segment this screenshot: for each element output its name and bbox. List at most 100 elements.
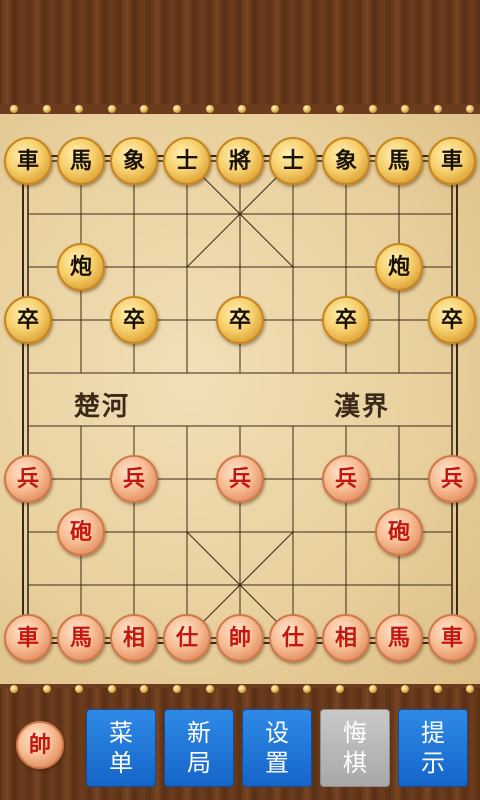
frame-stud <box>107 685 116 693</box>
black-piece[interactable]: 卒 <box>428 296 476 344</box>
black-piece[interactable]: 炮 <box>375 243 423 291</box>
frame-stud <box>173 105 181 113</box>
piece-label: 馬 <box>387 625 410 651</box>
frame-stud <box>303 685 312 693</box>
black-piece[interactable]: 將 <box>216 137 264 185</box>
piece-label: 兵 <box>228 466 251 492</box>
frame-stud <box>336 105 344 113</box>
piece-label: 車 <box>440 625 463 651</box>
frame-stud <box>75 105 84 113</box>
piece-label: 將 <box>228 148 251 174</box>
frame-stud <box>10 685 18 693</box>
turn-indicator-piece: 帥 <box>16 721 64 769</box>
black-piece[interactable]: 馬 <box>375 137 423 185</box>
chinese-chess-app: 楚河 漢界 車馬象士將士象馬車炮炮卒卒卒卒卒兵兵兵兵兵砲砲車馬相仕帥仕相馬車 帥… <box>0 0 480 800</box>
piece-label: 仕 <box>281 625 304 651</box>
new-game-button[interactable]: 新局 <box>164 709 234 787</box>
black-piece[interactable]: 士 <box>163 137 211 185</box>
red-piece[interactable]: 相 <box>322 614 370 662</box>
hint-button-label: 提示 <box>421 719 445 777</box>
piece-label: 士 <box>175 148 198 174</box>
red-piece[interactable]: 兵 <box>322 455 370 503</box>
red-piece[interactable]: 兵 <box>216 455 264 503</box>
black-piece[interactable]: 卒 <box>4 296 52 344</box>
frame-stud <box>140 685 149 693</box>
frame-stud <box>238 685 247 693</box>
frame-stud <box>205 105 214 113</box>
red-piece[interactable]: 相 <box>110 614 158 662</box>
frame-stud <box>238 105 247 113</box>
piece-label: 炮 <box>387 254 410 280</box>
piece-label: 兵 <box>122 466 145 492</box>
black-piece[interactable]: 象 <box>322 137 370 185</box>
frame-stud <box>270 105 279 113</box>
undo-button[interactable]: 悔棋 <box>320 709 390 787</box>
frame-stud <box>433 685 442 693</box>
red-piece[interactable]: 車 <box>428 614 476 662</box>
bottom-stud-row <box>0 684 480 694</box>
new-game-button-label: 新局 <box>187 719 211 777</box>
black-piece[interactable]: 卒 <box>110 296 158 344</box>
settings-button[interactable]: 设置 <box>242 709 312 787</box>
red-piece[interactable]: 兵 <box>4 455 52 503</box>
piece-label: 相 <box>122 625 145 651</box>
red-piece[interactable]: 帥 <box>216 614 264 662</box>
red-piece[interactable]: 兵 <box>110 455 158 503</box>
frame-stud <box>10 105 18 113</box>
piece-label: 馬 <box>69 148 92 174</box>
black-piece[interactable]: 士 <box>269 137 317 185</box>
frame-stud <box>401 105 410 113</box>
red-piece[interactable]: 仕 <box>163 614 211 662</box>
red-piece[interactable]: 馬 <box>57 614 105 662</box>
piece-label: 車 <box>16 625 39 651</box>
piece-label: 車 <box>16 148 39 174</box>
piece-label: 帥 <box>228 625 251 651</box>
black-piece[interactable]: 車 <box>428 137 476 185</box>
red-piece[interactable]: 仕 <box>269 614 317 662</box>
piece-label: 仕 <box>175 625 198 651</box>
river-left-label: 楚河 <box>74 392 131 422</box>
frame-stud <box>173 685 181 693</box>
piece-label: 象 <box>334 148 357 174</box>
black-piece[interactable]: 車 <box>4 137 52 185</box>
piece-label: 炮 <box>69 254 92 280</box>
frame-stud <box>336 685 344 693</box>
frame-stud <box>140 105 149 113</box>
frame-stud <box>42 685 51 693</box>
settings-button-label: 设置 <box>265 719 289 777</box>
red-piece[interactable]: 車 <box>4 614 52 662</box>
frame-stud <box>205 685 214 693</box>
black-piece[interactable]: 卒 <box>216 296 264 344</box>
menu-button[interactable]: 菜单 <box>86 709 156 787</box>
frame-stud <box>401 685 410 693</box>
frame-stud <box>270 685 279 693</box>
black-piece[interactable]: 卒 <box>322 296 370 344</box>
piece-label: 砲 <box>387 519 410 545</box>
piece-label: 卒 <box>334 307 357 333</box>
red-piece[interactable]: 馬 <box>375 614 423 662</box>
frame-stud <box>368 685 377 693</box>
frame-stud <box>42 105 51 113</box>
piece-label: 士 <box>281 148 304 174</box>
piece-label: 卒 <box>16 307 39 333</box>
piece-label: 相 <box>334 625 357 651</box>
piece-label: 兵 <box>440 466 463 492</box>
undo-button-label: 悔棋 <box>343 719 367 777</box>
red-piece[interactable]: 兵 <box>428 455 476 503</box>
board-grid <box>22 155 458 644</box>
frame-stud <box>466 105 475 113</box>
black-piece[interactable]: 馬 <box>57 137 105 185</box>
piece-label: 象 <box>122 148 145 174</box>
piece-label: 卒 <box>228 307 251 333</box>
turn-indicator-label: 帥 <box>28 732 51 758</box>
black-piece[interactable]: 象 <box>110 137 158 185</box>
frame-stud <box>466 685 475 693</box>
frame-stud <box>75 685 84 693</box>
piece-label: 砲 <box>69 519 92 545</box>
top-stud-row <box>0 104 480 114</box>
red-piece[interactable]: 砲 <box>57 508 105 556</box>
black-piece[interactable]: 炮 <box>57 243 105 291</box>
red-piece[interactable]: 砲 <box>375 508 423 556</box>
hint-button[interactable]: 提示 <box>398 709 468 787</box>
chess-board[interactable]: 楚河 漢界 車馬象士將士象馬車炮炮卒卒卒卒卒兵兵兵兵兵砲砲車馬相仕帥仕相馬車 <box>0 114 480 684</box>
